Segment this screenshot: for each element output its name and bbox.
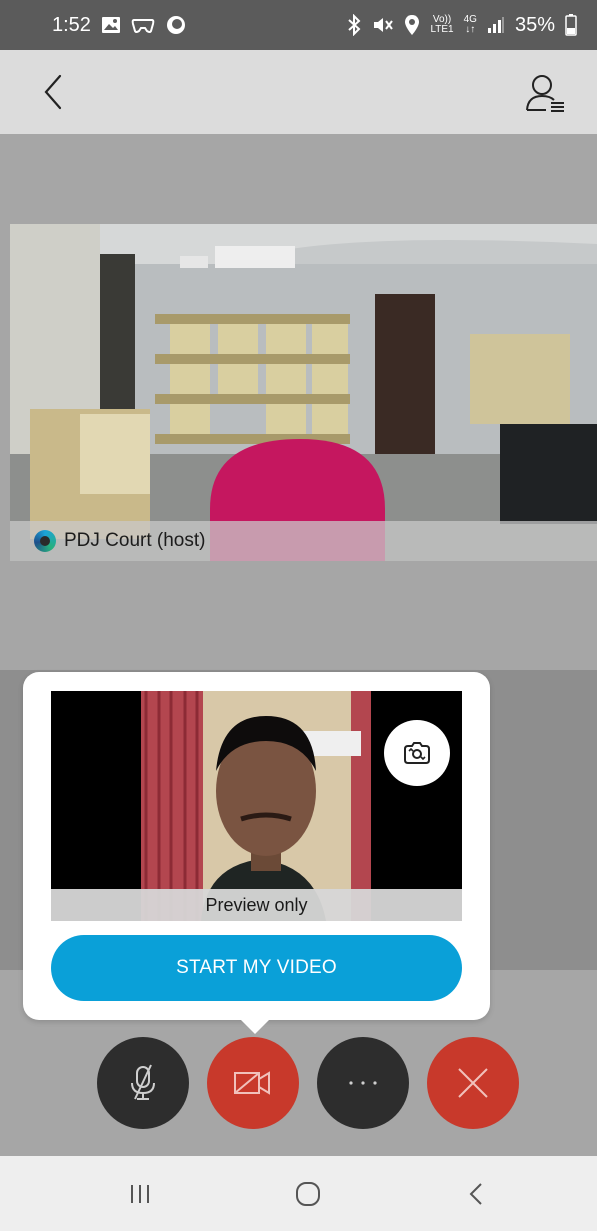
recent-apps-icon: [131, 1185, 149, 1203]
mute-ringer-icon: [372, 15, 394, 35]
video-off-icon: [234, 1071, 270, 1095]
host-icon: [34, 530, 56, 552]
video-preview-popover: Preview only START MY VIDEO: [23, 672, 490, 1034]
back-icon: [469, 1183, 482, 1205]
status-right: Vo)) LTE1 4G ↓↑ 35%: [346, 14, 577, 37]
controls-row: [0, 1037, 597, 1129]
remote-name-bar: PDJ Court (host): [10, 521, 597, 561]
more-button[interactable]: [317, 1037, 409, 1129]
system-back-button[interactable]: [446, 1172, 506, 1216]
chevron-left-icon: [44, 74, 62, 110]
network-type: 4G ↓↑: [463, 14, 477, 35]
navigation-bar: [0, 1156, 597, 1231]
switch-camera-icon: [404, 742, 430, 764]
remote-video-feed: [10, 224, 597, 561]
location-icon: [404, 14, 420, 36]
mic-muted-icon: [131, 1064, 155, 1100]
participants-button[interactable]: [524, 72, 570, 116]
recent-apps-button[interactable]: [110, 1172, 170, 1216]
battery-icon: [565, 14, 577, 36]
remote-participant-name: PDJ Court (host): [64, 530, 206, 551]
preview-label: Preview only: [51, 889, 462, 921]
close-icon: [458, 1068, 488, 1098]
video-button[interactable]: [207, 1037, 299, 1129]
remote-video: [10, 224, 597, 561]
leave-button[interactable]: [427, 1037, 519, 1129]
status-bar: 1:52 Vo)) LTE1 4G ↓↑ 35%: [0, 0, 597, 50]
switch-camera-button[interactable]: [384, 720, 450, 786]
self-preview: Preview only: [51, 691, 462, 921]
home-button[interactable]: [278, 1172, 338, 1216]
more-icon: [349, 1081, 377, 1085]
sync-app-icon: [165, 14, 187, 36]
signal-icon: [487, 16, 505, 34]
gallery-icon: [101, 16, 121, 34]
volte-indicator: Vo)) LTE1: [430, 14, 454, 35]
status-left: 1:52: [52, 14, 187, 37]
mute-button[interactable]: [97, 1037, 189, 1129]
status-time: 1:52: [52, 13, 91, 36]
participants-list-icon: [526, 75, 564, 112]
home-icon: [296, 1182, 320, 1206]
app-header: [0, 50, 597, 134]
back-button[interactable]: [34, 70, 74, 114]
start-my-video-button[interactable]: START MY VIDEO: [51, 935, 462, 1001]
battery-percent: 35%: [514, 13, 555, 36]
gamepad-icon: [131, 16, 155, 34]
bluetooth-icon: [346, 14, 362, 36]
